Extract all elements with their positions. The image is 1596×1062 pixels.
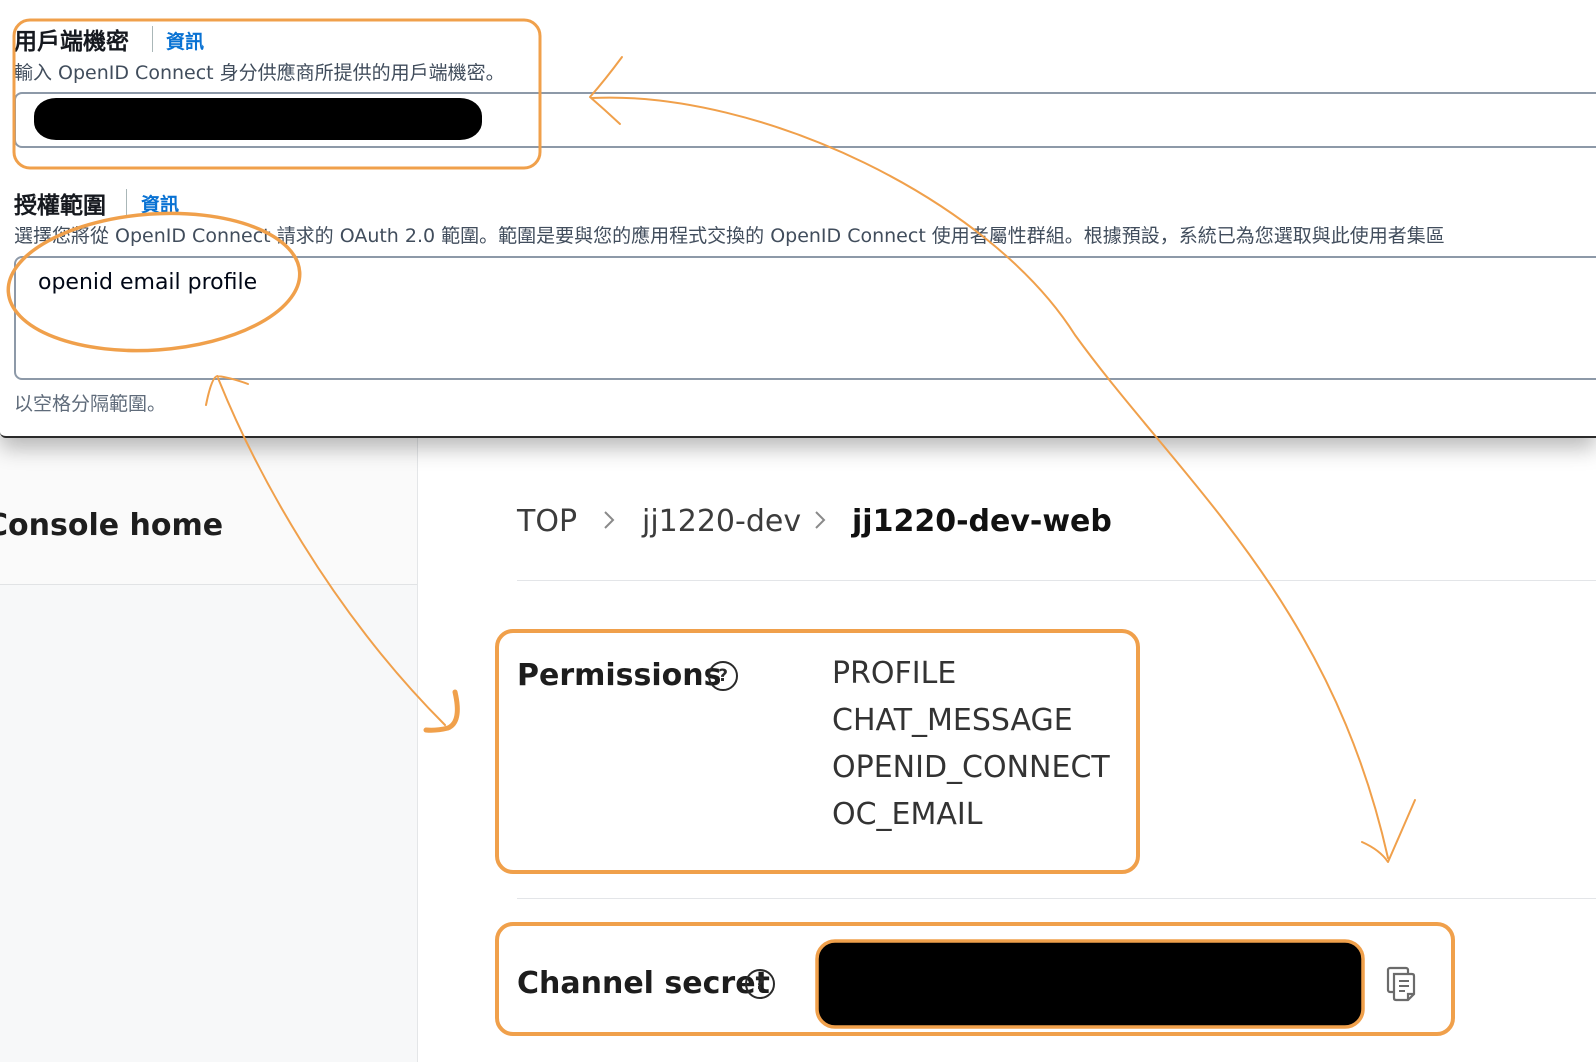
left-nav-header: Console home [0,436,417,585]
permission-item: CHAT_MESSAGE [832,703,1073,738]
divider [517,898,1596,899]
cognito-form-panel: 用戶端機密 資訊 輸入 OpenID Connect 身分供應商所提供的用戶端機… [0,0,1596,438]
scopes-value: openid email profile [38,270,258,295]
permission-item: OC_EMAIL [832,797,983,832]
scopes-info-link[interactable]: 資訊 [141,190,179,217]
client-secret-label: 用戶端機密 [14,29,129,55]
channel-secret-label: Channel secret [517,966,770,1001]
scopes-description: 選擇您將從 OpenID Connect 請求的 OAuth 2.0 範圍。範圍… [14,225,1445,247]
left-navigation: Console home [0,436,418,1062]
line-console: Console home TOP jj1220-dev jj1220-dev-w… [0,436,1596,1062]
permissions-list: PROFILE CHAT_MESSAGE OPENID_CONNECT OC_E… [832,650,1110,838]
console-home-link[interactable]: Console home [0,508,223,543]
info-separator [126,189,127,215]
copy-icon[interactable] [1385,966,1417,1002]
permissions-label: Permissions [517,658,722,693]
breadcrumb-provider[interactable]: jj1220-dev [642,504,801,539]
permission-item: OPENID_CONNECT [832,750,1110,785]
divider [517,580,1596,581]
breadcrumb-channel: jj1220-dev-web [852,504,1112,539]
chevron-right-icon [603,508,615,538]
help-circle-icon[interactable]: ? [708,661,738,691]
scopes-hint: 以空格分隔範圍。 [14,393,167,415]
client-secret-info-link[interactable]: 資訊 [166,27,204,54]
breadcrumb-top[interactable]: TOP [517,504,577,539]
redacted-secret [34,98,482,140]
client-secret-description: 輸入 OpenID Connect 身分供應商所提供的用戶端機密。 [14,62,505,84]
permission-item: PROFILE [832,656,957,691]
scopes-textarea[interactable]: openid email profile [14,256,1596,380]
help-circle-icon[interactable]: ? [745,969,775,999]
info-separator [152,26,153,52]
redacted-channel-secret [818,942,1362,1028]
client-secret-input[interactable] [14,92,1596,148]
chevron-right-icon [814,508,826,538]
scopes-label: 授權範圍 [14,193,106,219]
